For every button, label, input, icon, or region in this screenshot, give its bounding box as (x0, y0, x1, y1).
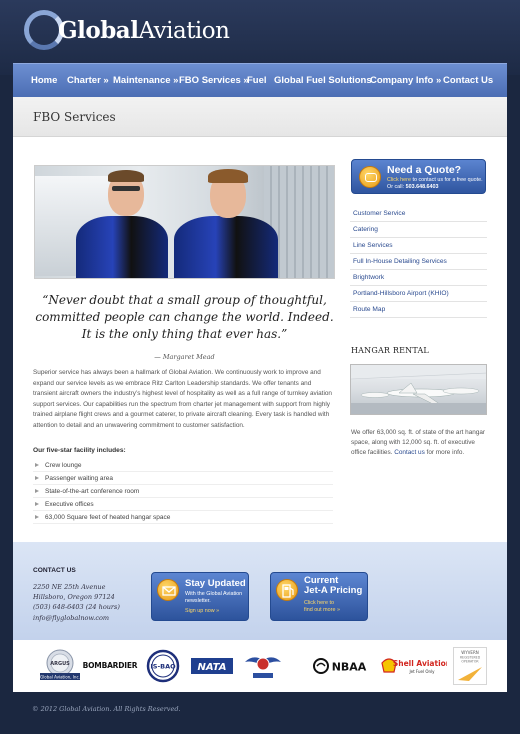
sidebar-link-catering[interactable]: Catering (350, 222, 487, 238)
jet-a-pricing-button[interactable]: Current Jet-A Pricing Click here to find … (270, 572, 368, 621)
wings-club-logo (243, 648, 283, 684)
facility-heading: Our five-star facility includes: (33, 447, 126, 454)
nav-maintenance[interactable]: Maintenance » (113, 64, 178, 98)
svg-text:Shell Aviation: Shell Aviation (393, 659, 447, 668)
nav-contact-us[interactable]: Contact Us (443, 64, 493, 98)
nav-charter[interactable]: Charter » (67, 64, 109, 98)
stay-updated-text: With the Global Aviation newsletter. (185, 591, 243, 604)
quote-box-title: Need a Quote? (387, 164, 462, 176)
partner-logos: ARGUS Global Aviation, Inc. BOMBARDIER I… (13, 640, 507, 692)
sidebar-link-customer-service[interactable]: Customer Service (350, 206, 487, 222)
list-item: State-of-the-art conference room (33, 485, 333, 498)
svg-text:ARGUS: ARGUS (50, 661, 70, 667)
bullet-arrow-icon (35, 515, 39, 519)
argus-logo: ARGUS Global Aviation, Inc. (37, 648, 83, 684)
nav-global-fuel-solutions[interactable]: Global Fuel Solutions (274, 64, 372, 98)
quote-click-here-link[interactable]: Click here (387, 177, 411, 183)
list-item: 63,000 Square feet of heated hangar spac… (33, 511, 333, 524)
bombardier-logo: BOMBARDIER (82, 660, 138, 670)
sidebar-links: Customer Service Catering Line Services … (350, 206, 487, 318)
stay-updated-button[interactable]: Stay Updated With the Global Aviation ne… (151, 572, 249, 621)
stay-updated-title: Stay Updated (185, 578, 246, 589)
bullet-arrow-icon (35, 463, 39, 467)
svg-text:OPERATOR: OPERATOR (461, 660, 479, 664)
hangar-contact-link[interactable]: Contact us (394, 449, 425, 456)
svg-text:Global Aviation, Inc.: Global Aviation, Inc. (40, 675, 80, 680)
sidebar-link-brightwork[interactable]: Brightwork (350, 270, 487, 286)
logo-text: GlobalAviation (58, 16, 230, 44)
bullet-arrow-icon (35, 489, 39, 493)
jet-a-click-here-link[interactable]: Click here to (304, 600, 334, 606)
intro-paragraph: Superior service has always been a hallm… (33, 369, 332, 429)
contact-phone: (503) 648-6403 (24 hours) (33, 603, 120, 612)
sign-up-link[interactable]: Sign up now » (185, 608, 219, 614)
need-quote-box[interactable]: Need a Quote? Click here to contact us f… (351, 159, 486, 194)
hangar-photo (350, 364, 487, 415)
envelope-icon (157, 579, 179, 601)
quote-author: — Margaret Mead (154, 353, 215, 361)
fuel-pump-icon (276, 579, 298, 601)
footer-contact-zone: CONTACT US 2250 NE 25th Avenue Hillsboro… (13, 542, 507, 640)
svg-text:NBAA: NBAA (332, 661, 367, 674)
nata-logo: NATA (191, 656, 233, 676)
title-bar: FBO Services (13, 97, 507, 137)
copyright: © 2012 Global Aviation. All Rights Reser… (32, 705, 181, 713)
nav-fbo-services[interactable]: FBO Services » (179, 64, 249, 98)
nbaa-logo: NBAA (313, 656, 373, 676)
sidebar-link-detailing[interactable]: Full In-House Detailing Services (350, 254, 487, 270)
find-out-more-link[interactable]: find out more » (304, 607, 340, 613)
list-item: Passenger waiting area (33, 472, 333, 485)
person-right (170, 166, 280, 278)
address-line-2: Hillsboro, Oregon 97124 (33, 593, 115, 602)
nav-home[interactable]: Home (31, 64, 57, 98)
svg-text:NATA: NATA (198, 662, 227, 673)
content-panel: FBO Services “Never doubt that a small g… (13, 97, 507, 542)
person-left (70, 166, 170, 278)
site-logo[interactable]: GlobalAviation (24, 10, 230, 50)
contact-title: CONTACT US (33, 567, 76, 574)
jet-a-title: Current Jet-A Pricing (304, 575, 363, 596)
main-nav: Home Charter » Maintenance » FBO Service… (13, 63, 507, 97)
bullet-arrow-icon (35, 502, 39, 506)
contact-details: 2250 NE 25th Avenue Hillsboro, Oregon 97… (33, 582, 120, 623)
svg-text:WYVERN: WYVERN (461, 650, 478, 655)
list-item: Executive offices (33, 498, 333, 511)
sidebar-link-line-services[interactable]: Line Services (350, 238, 487, 254)
quote-text: “Never doubt that a small group of thoug… (35, 293, 334, 341)
list-item: Crew lounge (33, 459, 333, 472)
bullet-arrow-icon (35, 476, 39, 480)
svg-text:IS-BAO: IS-BAO (150, 663, 176, 671)
contact-email[interactable]: info@flyglobalnow.com (33, 613, 120, 623)
chat-bubble-icon (359, 166, 381, 188)
address-line-1: 2250 NE 25th Avenue (33, 583, 106, 591)
facility-list: Crew lounge Passenger waiting area State… (33, 459, 333, 524)
quote-box-text: Click here to contact us for a free quot… (387, 177, 483, 190)
nav-company-info[interactable]: Company Info » (370, 64, 441, 98)
sidebar-link-airport[interactable]: Portland-Hillsboro Airport (KHIO) (350, 286, 487, 302)
staff-photo (34, 165, 335, 279)
nav-fuel[interactable]: Fuel (247, 64, 267, 98)
svg-text:Jet Fuel Only: Jet Fuel Only (408, 669, 435, 674)
sidebar-link-route-map[interactable]: Route Map (350, 302, 487, 318)
page-title: FBO Services (33, 110, 116, 124)
isbao-logo: IS-BAO (146, 649, 180, 683)
hangar-description: We offer 63,000 sq. ft. of state of the … (351, 429, 486, 456)
wyvern-logo: WYVERN REGISTERED OPERATOR (453, 647, 487, 685)
shell-aviation-logo: Shell Aviation Jet Fuel Only (381, 654, 447, 678)
hangar-title: HANGAR RENTAL (351, 346, 429, 355)
